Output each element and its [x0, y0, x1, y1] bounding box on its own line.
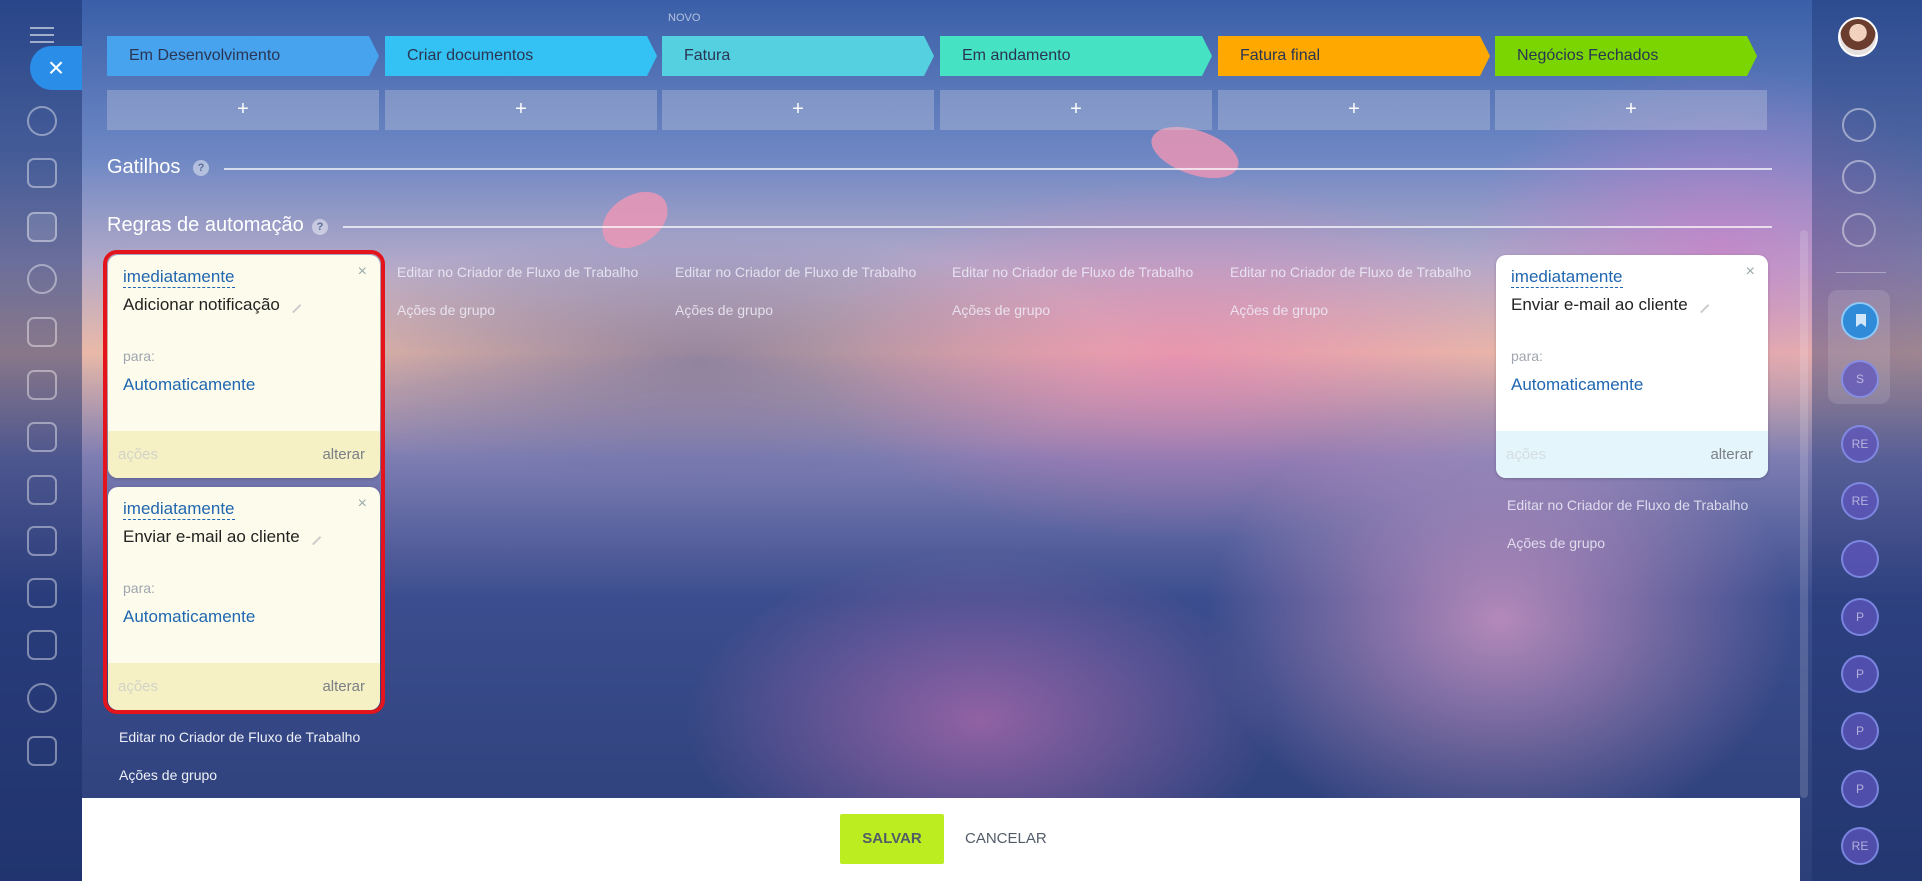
rule-card[interactable]: imediatamente × Enviar e-mail ao cliente…	[1496, 255, 1768, 478]
document-icon[interactable]	[27, 736, 57, 766]
chat-avatar[interactable]	[1841, 540, 1879, 578]
contact-card-icon[interactable]	[27, 370, 57, 400]
chat-avatar[interactable]: P	[1841, 770, 1879, 808]
rule-title-text: Enviar e-mail ao cliente	[1511, 295, 1688, 314]
add-trigger-button[interactable]: +	[662, 90, 934, 130]
automation-title: Regras de automação	[107, 214, 304, 236]
stage-em-andamento[interactable]: Em andamento	[940, 36, 1212, 76]
highlight-frame	[103, 250, 385, 714]
chat-avatar[interactable]: P	[1841, 598, 1879, 636]
divider	[1836, 272, 1886, 273]
chat-avatar[interactable]: P	[1841, 655, 1879, 693]
close-slider-button[interactable]: ×	[30, 46, 82, 90]
menu-icon[interactable]	[30, 27, 54, 43]
save-button[interactable]: SALVAR	[840, 814, 944, 864]
triggers-divider	[224, 168, 1772, 170]
edit-workflow-link[interactable]: Editar no Criador de Fluxo de Trabalho	[1230, 264, 1471, 280]
store-icon[interactable]	[27, 526, 57, 556]
help-icon[interactable]: ?	[312, 219, 328, 235]
automation-divider	[343, 226, 1772, 228]
stage-negocios-fechados[interactable]: Negócios Fechados	[1495, 36, 1757, 76]
rule-title: Enviar e-mail ao cliente	[1511, 295, 1709, 315]
funnel-icon[interactable]	[27, 212, 57, 242]
group-actions-link[interactable]: Ações de grupo	[1507, 535, 1605, 551]
edit-workflow-link[interactable]: Editar no Criador de Fluxo de Trabalho	[119, 729, 360, 745]
group-actions-link[interactable]: Ações de grupo	[397, 302, 495, 318]
add-trigger-button[interactable]: +	[1218, 90, 1490, 130]
chat-avatar[interactable]: RE	[1841, 482, 1879, 520]
close-icon[interactable]: ×	[1746, 263, 1755, 281]
rule-recipient[interactable]: Automaticamente	[1511, 375, 1643, 395]
cancel-button[interactable]: CANCELAR	[965, 814, 1047, 864]
notifications-icon[interactable]	[1842, 108, 1876, 142]
add-trigger-button[interactable]: +	[1495, 90, 1767, 130]
chat-avatar[interactable]: P	[1841, 712, 1879, 750]
bookmark-icon[interactable]	[1841, 302, 1879, 340]
group-actions-link[interactable]: Ações de grupo	[1230, 302, 1328, 318]
stage-header: Em Desenvolvimento Criar documentos Fatu…	[107, 36, 1747, 76]
left-navigation	[0, 0, 82, 881]
edit-pencil-icon[interactable]	[1693, 297, 1709, 314]
rule-change-link[interactable]: alterar	[1710, 446, 1753, 463]
target-icon[interactable]	[27, 264, 57, 294]
target-icon[interactable]	[1842, 160, 1876, 194]
robot-icon[interactable]	[27, 422, 57, 452]
cart-icon[interactable]	[27, 317, 57, 347]
stage-em-desenvolvimento[interactable]: Em Desenvolvimento	[107, 36, 379, 76]
add-row: + + + + + +	[107, 90, 1767, 130]
group-actions-link[interactable]: Ações de grupo	[952, 302, 1050, 318]
add-trigger-button[interactable]: +	[940, 90, 1212, 130]
stage-fatura-final[interactable]: Fatura final	[1218, 36, 1490, 76]
rule-para-label: para:	[1511, 348, 1543, 364]
top-note: NOVO	[668, 12, 701, 24]
scrollbar[interactable]	[1800, 230, 1808, 798]
group-actions-link[interactable]: Ações de grupo	[119, 767, 217, 783]
chat-avatar[interactable]: S	[1841, 360, 1879, 398]
edit-workflow-link[interactable]: Editar no Criador de Fluxo de Trabalho	[952, 264, 1193, 280]
edit-workflow-link[interactable]: Editar no Criador de Fluxo de Trabalho	[675, 264, 916, 280]
rule-delay-link[interactable]: imediatamente	[1511, 267, 1623, 288]
edit-workflow-link[interactable]: Editar no Criador de Fluxo de Trabalho	[1507, 497, 1748, 513]
add-trigger-button[interactable]: +	[107, 90, 379, 130]
settings-icon[interactable]	[27, 683, 57, 713]
rule-footer: ações alterar	[1496, 431, 1768, 478]
calendar-icon[interactable]	[27, 578, 57, 608]
triggers-title: Gatilhos	[107, 156, 181, 178]
rule-actions: ações	[1506, 446, 1547, 463]
add-trigger-button[interactable]: +	[385, 90, 657, 130]
sync-icon[interactable]	[1842, 213, 1876, 247]
help-icon[interactable]: ?	[193, 160, 209, 176]
user-avatar[interactable]	[1838, 17, 1878, 57]
chart-icon[interactable]	[27, 630, 57, 660]
chat-avatar[interactable]: RE	[1841, 827, 1879, 865]
chat-avatar[interactable]: RE	[1841, 425, 1879, 463]
stage-criar-documentos[interactable]: Criar documentos	[385, 36, 657, 76]
box-icon[interactable]	[27, 475, 57, 505]
group-actions-link[interactable]: Ações de grupo	[675, 302, 773, 318]
crm-icon[interactable]	[27, 106, 57, 136]
stage-fatura[interactable]: Fatura	[662, 36, 934, 76]
tasks-icon[interactable]	[27, 158, 57, 188]
edit-workflow-link[interactable]: Editar no Criador de Fluxo de Trabalho	[397, 264, 638, 280]
